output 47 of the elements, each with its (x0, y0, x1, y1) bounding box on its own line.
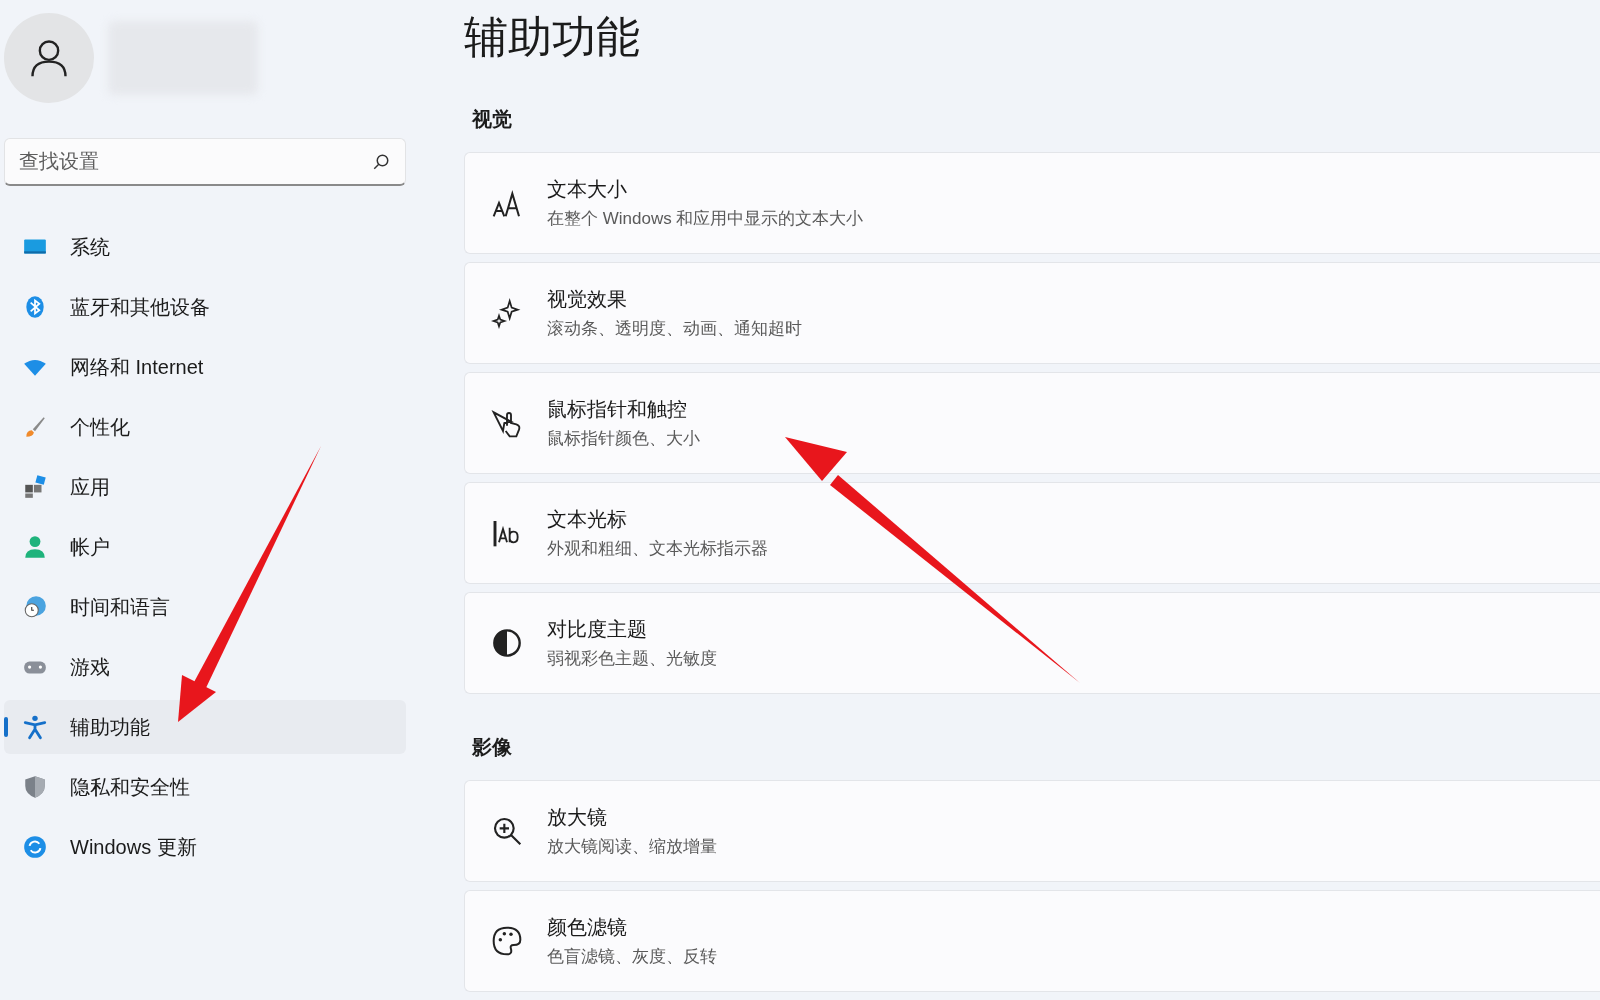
settings-card[interactable]: 颜色滤镜 色盲滤镜、灰度、反转 (464, 890, 1600, 992)
card-title: 文本光标 (547, 507, 628, 532)
shield-icon (22, 774, 48, 800)
card-title: 鼠标指针和触控 (547, 397, 688, 422)
apps-icon (22, 474, 48, 500)
sidebar-item[interactable]: Windows 更新 (4, 820, 406, 874)
card-subtitle: 在整个 Windows 和应用中显示的文本大小 (547, 208, 864, 230)
settings-card[interactable]: 对比度主题 弱视彩色主题、光敏度 (464, 592, 1600, 694)
sidebar-item[interactable]: 帐户 (4, 520, 406, 574)
search-icon (372, 153, 390, 171)
settings-card[interactable]: 鼠标指针和触控 鼠标指针颜色、大小 (464, 372, 1600, 474)
sidebar-item[interactable]: 应用 (4, 460, 406, 514)
update-icon (22, 834, 48, 860)
accessibility-icon (22, 714, 48, 740)
section-heading: 影像 (472, 735, 513, 760)
page-title: 辅助功能 (464, 11, 641, 63)
sparkle-icon (491, 297, 523, 329)
sidebar-item[interactable]: 辅助功能 (4, 700, 406, 754)
sidebar-item[interactable]: 蓝牙和其他设备 (4, 280, 406, 334)
settings-card[interactable]: 放大镜 放大镜阅读、缩放增量 (464, 780, 1600, 882)
card-title: 放大镜 (547, 805, 608, 830)
sidebar-item[interactable]: 个性化 (4, 400, 406, 454)
contrast-icon (491, 627, 523, 659)
card-title: 视觉效果 (547, 287, 628, 312)
settings-card[interactable]: 文本光标 外观和粗细、文本光标指示器 (464, 482, 1600, 584)
card-title: 对比度主题 (547, 617, 648, 642)
section-heading: 视觉 (472, 107, 513, 132)
settings-card[interactable]: 文本大小 在整个 Windows 和应用中显示的文本大小 (464, 152, 1600, 254)
search-field[interactable]: 查找设置 (4, 138, 406, 186)
card-subtitle: 色盲滤镜、灰度、反转 (547, 946, 717, 968)
sidebar-item[interactable]: 游戏 (4, 640, 406, 694)
card-subtitle: 放大镜阅读、缩放增量 (547, 836, 717, 858)
card-subtitle: 鼠标指针颜色、大小 (547, 428, 700, 450)
settings-card[interactable]: 视觉效果 滚动条、透明度、动画、通知超时 (464, 262, 1600, 364)
globe-clock-icon (22, 594, 48, 620)
card-title: 文本大小 (547, 177, 628, 202)
sidebar-item[interactable]: 系统 (4, 220, 406, 274)
zoom-in-icon (491, 815, 523, 847)
card-subtitle: 弱视彩色主题、光敏度 (547, 648, 717, 670)
card-subtitle: 滚动条、透明度、动画、通知超时 (547, 318, 802, 340)
person-icon (22, 534, 48, 560)
card-subtitle: 外观和粗细、文本光标指示器 (547, 538, 768, 560)
sidebar-item[interactable]: 时间和语言 (4, 580, 406, 634)
palette-icon (491, 925, 523, 957)
sidebar-item[interactable]: 隐私和安全性 (4, 760, 406, 814)
sidebar-item[interactable]: 网络和 Internet (4, 340, 406, 394)
card-title: 颜色滤镜 (547, 915, 628, 940)
